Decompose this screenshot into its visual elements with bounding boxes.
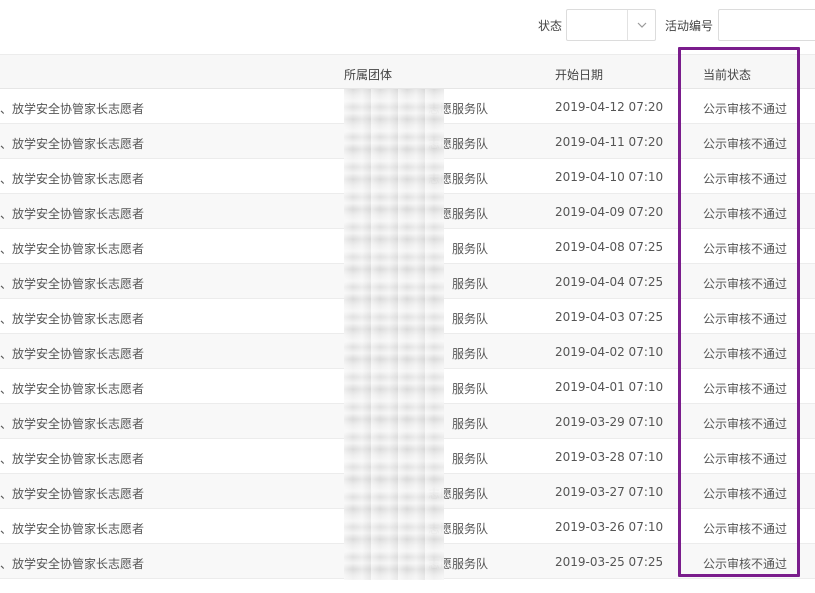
row-start-date: 2019-04-11 07:20 bbox=[555, 135, 664, 149]
row-activity-name: 、放学安全协管家长志愿者 bbox=[0, 487, 145, 501]
row-start-date: 2019-03-28 07:10 bbox=[555, 450, 664, 464]
row-activity-name: 、放学安全协管家长志愿者 bbox=[0, 277, 145, 291]
row-group: 服务队 bbox=[451, 417, 488, 431]
row-activity-name: 、放学安全协管家长志愿者 bbox=[0, 312, 145, 326]
row-group: 服务队 bbox=[451, 312, 488, 326]
row-status: 公示审核不通过 bbox=[703, 277, 788, 291]
row-activity-name: 、放学安全协管家长志愿者 bbox=[0, 137, 145, 151]
row-group: 服务队 bbox=[451, 452, 488, 466]
status-filter-label: 状态 bbox=[538, 19, 563, 33]
row-activity-name: 、放学安全协管家长志愿者 bbox=[0, 242, 145, 256]
row-activity-name: 、放学安全协管家长志愿者 bbox=[0, 172, 145, 186]
column-header-current-status[interactable]: 当前状态 bbox=[703, 66, 751, 83]
row-status: 公示审核不通过 bbox=[703, 242, 788, 256]
row-activity-name: 、放学安全协管家长志愿者 bbox=[0, 102, 145, 116]
row-start-date: 2019-03-26 07:10 bbox=[555, 520, 664, 534]
row-status: 公示审核不通过 bbox=[703, 487, 788, 501]
table-header: 所属团体 开始日期 当前状态 bbox=[0, 54, 815, 89]
row-start-date: 2019-04-04 07:25 bbox=[555, 275, 664, 289]
row-start-date: 2019-04-10 07:10 bbox=[555, 170, 664, 184]
activity-number-input[interactable] bbox=[718, 9, 815, 41]
row-status: 公示审核不通过 bbox=[703, 417, 788, 431]
row-start-date: 2019-04-12 07:20 bbox=[555, 100, 664, 114]
row-start-date: 2019-03-25 07:25 bbox=[555, 555, 664, 569]
row-status: 公示审核不通过 bbox=[703, 522, 788, 536]
row-activity-name: 、放学安全协管家长志愿者 bbox=[0, 557, 145, 571]
row-status: 公示审核不通过 bbox=[703, 102, 788, 116]
chevron-down-icon[interactable] bbox=[635, 18, 649, 32]
column-header-group[interactable]: 所属团体 bbox=[344, 66, 392, 83]
row-group: 服务队 bbox=[451, 382, 488, 396]
row-start-date: 2019-04-01 07:10 bbox=[555, 380, 664, 394]
row-status: 公示审核不通过 bbox=[703, 347, 788, 361]
row-start-date: 2019-04-02 07:10 bbox=[555, 345, 664, 359]
row-status: 公示审核不通过 bbox=[703, 207, 788, 221]
row-status: 公示审核不通过 bbox=[703, 312, 788, 326]
row-activity-name: 、放学安全协管家长志愿者 bbox=[0, 522, 145, 536]
row-status: 公示审核不通过 bbox=[703, 137, 788, 151]
status-select[interactable] bbox=[566, 9, 656, 41]
row-activity-name: 、放学安全协管家长志愿者 bbox=[0, 382, 145, 396]
row-activity-name: 、放学安全协管家长志愿者 bbox=[0, 207, 145, 221]
column-header-start-date[interactable]: 开始日期 bbox=[555, 66, 603, 83]
row-group: 愿服务队 bbox=[439, 207, 488, 221]
row-activity-name: 、放学安全协管家长志愿者 bbox=[0, 452, 145, 466]
row-group: 服务队 bbox=[451, 242, 488, 256]
row-group: 服务队 bbox=[451, 347, 488, 361]
filter-bar: 状态 活动编号 bbox=[0, 0, 815, 50]
row-start-date: 2019-04-03 07:25 bbox=[555, 310, 664, 324]
activity-number-label: 活动编号 bbox=[665, 19, 714, 33]
row-activity-name: 、放学安全协管家长志愿者 bbox=[0, 417, 145, 431]
redacted-group-mask bbox=[344, 89, 444, 580]
row-status: 公示审核不通过 bbox=[703, 382, 788, 396]
row-status: 公示审核不通过 bbox=[703, 452, 788, 466]
row-group: 服务队 bbox=[451, 277, 488, 291]
row-start-date: 2019-03-29 07:10 bbox=[555, 415, 664, 429]
row-start-date: 2019-04-08 07:25 bbox=[555, 240, 664, 254]
row-activity-name: 、放学安全协管家长志愿者 bbox=[0, 347, 145, 361]
row-start-date: 2019-04-09 07:20 bbox=[555, 205, 664, 219]
select-divider bbox=[627, 10, 628, 40]
row-start-date: 2019-03-27 07:10 bbox=[555, 485, 664, 499]
row-status: 公示审核不通过 bbox=[703, 172, 788, 186]
row-status: 公示审核不通过 bbox=[703, 557, 788, 571]
